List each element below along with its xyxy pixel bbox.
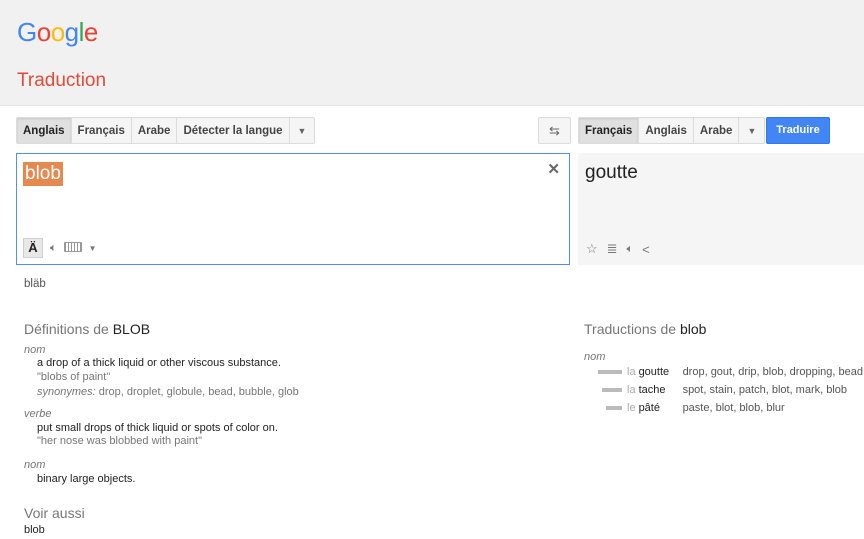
target-lang-french[interactable]: Français [578, 117, 640, 144]
translations-heading: Traductions de blob [584, 321, 706, 337]
translation-output-area: goutte ☆ ≣ 🔈︎ < [578, 153, 864, 265]
source-lang-english[interactable]: Anglais [16, 117, 72, 144]
translation-word[interactable]: pâté [639, 402, 683, 414]
input-tools-icon[interactable]: Ä [23, 238, 43, 258]
transliteration: bläb [24, 278, 46, 290]
speaker-icon[interactable]: 🔈︎ [627, 243, 634, 256]
source-text-area[interactable]: blob ✕ Ä 🔈︎ ▼ [16, 153, 570, 265]
reverse-translations[interactable]: spot, stain, patch, blot, mark, blob [683, 384, 847, 396]
frequency-bar [606, 406, 622, 410]
translation-text: goutte [585, 162, 638, 183]
frequency-bar [598, 370, 622, 374]
target-language-bar: Français Anglais Arabe ▼ [578, 117, 766, 144]
share-icon[interactable]: < [642, 242, 650, 257]
clear-icon[interactable]: ✕ [547, 160, 560, 178]
logo-letter: G [17, 17, 37, 47]
source-lang-french[interactable]: Français [71, 117, 132, 144]
swap-languages-button[interactable]: ⇆ [538, 117, 571, 144]
star-icon[interactable]: ☆ [586, 241, 598, 257]
speaker-icon[interactable]: 🔈︎ [50, 242, 57, 255]
target-lang-arabic[interactable]: Arabe [693, 117, 740, 144]
frequency-bar [602, 388, 622, 392]
see-also-heading: Voir aussi [24, 505, 85, 521]
reverse-translations[interactable]: drop, gout, drip, blob, dropping, bead [683, 366, 863, 378]
definition-example: "her nose was blobbed with paint" [37, 435, 202, 447]
definitions-heading-prefix: Définitions de [24, 321, 113, 337]
source-text[interactable]: blob [23, 162, 63, 186]
sub-header [0, 56, 864, 106]
definition-pos: verbe [24, 408, 52, 420]
logo-letter: g [64, 17, 79, 47]
synonyms-list[interactable]: drop, droplet, globule, bead, bubble, gl… [96, 386, 299, 398]
logo-letter: e [83, 17, 98, 47]
definition-text: binary large objects. [37, 473, 136, 485]
source-lang-arabic[interactable]: Arabe [131, 117, 178, 144]
definition-pos: nom [24, 459, 46, 471]
see-also-item[interactable]: blob [24, 524, 45, 536]
logo-letter: o [50, 17, 65, 47]
chevron-down-icon: ▼ [297, 126, 307, 136]
top-bar: Google [0, 0, 864, 56]
source-lang-detect[interactable]: Détecter la langue [177, 117, 290, 144]
definition-pos: nom [24, 344, 46, 356]
article: le [627, 402, 636, 414]
article: la [627, 366, 636, 378]
translate-button[interactable]: Traduire [766, 117, 830, 144]
source-language-bar: Anglais Français Arabe Détecter la langu… [16, 117, 316, 144]
translation-word[interactable]: tache [639, 384, 683, 396]
copy-icon[interactable]: ≣ [607, 241, 618, 257]
logo-letter: o [36, 17, 51, 47]
definition-synonyms: synonymes: drop, droplet, globule, bead,… [37, 386, 299, 398]
keyboard-icon[interactable] [63, 239, 82, 257]
translations-heading-word: blob [679, 321, 707, 337]
definition-text: a drop of a thick liquid or other viscou… [37, 357, 281, 369]
source-lang-dropdown[interactable]: ▼ [289, 117, 316, 144]
translation-row: la goutte drop, gout, drip, blob, droppi… [598, 366, 863, 378]
translation-word[interactable]: goutte [639, 366, 683, 378]
translation-row: le pâté paste, blot, blob, blur [598, 402, 785, 414]
source-tools: Ä 🔈︎ ▼ [23, 238, 97, 258]
reverse-translations[interactable]: paste, blot, blob, blur [683, 402, 785, 414]
article: la [627, 384, 636, 396]
synonyms-label: synonymes: [37, 386, 96, 398]
definitions-heading: Définitions de BLOB [24, 321, 150, 337]
swap-icon: ⇆ [549, 122, 560, 138]
target-lang-dropdown[interactable]: ▼ [739, 117, 766, 144]
translation-row: la tache spot, stain, patch, blot, mark,… [598, 384, 847, 396]
definition-text: put small drops of thick liquid or spots… [37, 422, 278, 434]
translations-pos: nom [584, 351, 606, 363]
google-logo[interactable]: Google [17, 17, 98, 47]
definitions-heading-word: BLOB [112, 321, 151, 337]
definition-example: "blobs of paint" [37, 371, 111, 383]
chevron-down-icon: ▼ [747, 126, 757, 136]
page-title: Traduction [17, 70, 107, 91]
target-lang-english[interactable]: Anglais [639, 117, 694, 144]
chevron-down-icon[interactable]: ▼ [89, 244, 97, 253]
translations-heading-prefix: Traductions de [584, 321, 680, 337]
output-tools: ☆ ≣ 🔈︎ < [586, 241, 650, 257]
